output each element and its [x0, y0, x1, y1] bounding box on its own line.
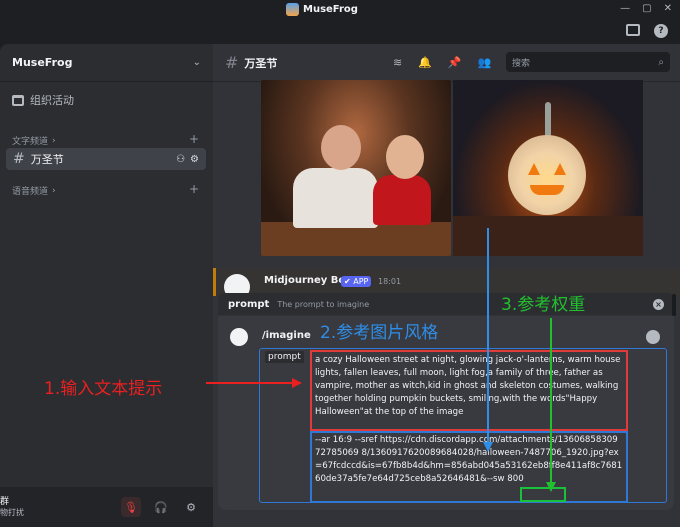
annotation-reference-style: 2.参考图片风格: [320, 323, 439, 343]
members-icon[interactable]: 👥: [478, 56, 492, 69]
annotation-reference-weight: 3.参考权重: [501, 295, 586, 315]
chevron-right-icon: ›: [52, 135, 56, 146]
chevron-down-icon: ⌄: [192, 57, 201, 68]
command-option-header: prompt The prompt to imagine ×: [218, 293, 674, 315]
user-status: 物打扰: [0, 508, 24, 517]
calendar-icon: [12, 94, 24, 106]
bell-icon[interactable]: 🔔: [418, 56, 432, 69]
prompt-text-input[interactable]: a cozy Halloween street at night, glowin…: [310, 350, 628, 431]
app-logo-icon: [286, 3, 299, 16]
mute-mic-icon[interactable]: 🎙: [121, 497, 141, 517]
message-author[interactable]: Midjourney Bot: [264, 275, 350, 286]
search-placeholder: 搜索: [512, 58, 531, 69]
style-weight-param: --sw 800: [486, 474, 524, 484]
category-label: 文字频道: [12, 137, 49, 147]
message-time: 18:01: [378, 277, 402, 286]
app-name: MuseFrog: [303, 4, 358, 15]
option-description: The prompt to imagine: [277, 299, 370, 309]
gear-icon[interactable]: ⚙: [190, 154, 199, 165]
hash-icon: #: [225, 53, 239, 72]
chevron-right-icon: ›: [52, 185, 56, 196]
search-input[interactable]: 搜索 ⌕: [506, 52, 670, 72]
maximize-icon[interactable]: ▢: [642, 3, 651, 14]
style-weight-highlight: [520, 487, 566, 502]
user-name[interactable]: 群: [0, 494, 9, 507]
hash-icon: #: [13, 151, 25, 167]
add-voice-channel-icon[interactable]: +: [189, 182, 199, 196]
scrollbar[interactable]: [672, 294, 676, 316]
emoji-icon[interactable]: [646, 330, 660, 344]
headphones-icon[interactable]: 🎧: [151, 497, 171, 517]
option-name: prompt: [228, 298, 270, 310]
channel-name: 万圣节: [30, 153, 64, 166]
add-channel-icon[interactable]: +: [189, 132, 199, 146]
message-composer[interactable]: /imagine prompt a cozy Halloween street …: [218, 316, 674, 510]
pin-icon[interactable]: 📌: [448, 56, 462, 69]
close-icon[interactable]: ✕: [664, 3, 672, 14]
family-image[interactable]: [261, 80, 451, 256]
params-text: --ar 16:9 --sref https://cdn.discordapp.…: [315, 435, 623, 484]
sidebar-item-halloween[interactable]: # 万圣节 ⚇ ⚙: [6, 148, 206, 170]
pumpkin-image[interactable]: [453, 80, 643, 256]
annotation-input-prompt: 1.输入文本提示: [44, 379, 163, 399]
minimize-icon[interactable]: —: [620, 3, 630, 14]
midjourney-app-icon: [230, 328, 248, 346]
category-text-channels[interactable]: 文字频道 ›: [12, 134, 56, 148]
settings-gear-icon[interactable]: ⚙: [181, 497, 201, 517]
help-icon[interactable]: ?: [654, 24, 668, 38]
app-badge: ✔ APP: [341, 276, 372, 287]
events-label: 组织活动: [30, 94, 74, 107]
channel-title: 万圣节: [244, 56, 278, 70]
search-icon: ⌕: [658, 56, 664, 68]
header-toolbar: ≋ 🔔 📌 👥: [393, 56, 491, 69]
option-field-label: prompt: [265, 351, 304, 363]
user-panel: 群 物打扰 🎙 🎧 ⚙: [0, 487, 213, 527]
server-header[interactable]: MuseFrog ⌄: [0, 44, 213, 82]
events-button[interactable]: 组织活动: [12, 92, 74, 108]
title-bar: MuseFrog — ▢ ✕: [0, 0, 680, 21]
prompt-params-text[interactable]: --ar 16:9 --sref https://cdn.discordapp.…: [310, 431, 628, 503]
invite-icon[interactable]: ⚇: [176, 154, 185, 165]
close-icon[interactable]: ×: [653, 298, 664, 310]
category-label: 语音频道: [12, 187, 49, 197]
top-right-icons: ?: [626, 24, 668, 38]
channel-sidebar: MuseFrog ⌄ 组织活动 文字频道 › + # 万圣节 ⚇ ⚙ 语音频道 …: [0, 44, 213, 527]
server-name: MuseFrog: [12, 56, 73, 69]
threads-icon[interactable]: ≋: [393, 56, 402, 69]
window-controls: — ▢ ✕: [620, 3, 672, 14]
chat-area: # 万圣节 ≋ 🔔 📌 👥 搜索 ⌕ Midjourney Bot ✔ APP …: [213, 44, 680, 527]
slash-command: /imagine: [262, 330, 311, 341]
bot-message: Midjourney Bot ✔ APP 18:01: [213, 268, 680, 300]
app-title: MuseFrog: [286, 3, 358, 16]
inbox-icon[interactable]: [626, 24, 640, 36]
category-voice-channels[interactable]: 语音频道 ›: [12, 184, 56, 198]
